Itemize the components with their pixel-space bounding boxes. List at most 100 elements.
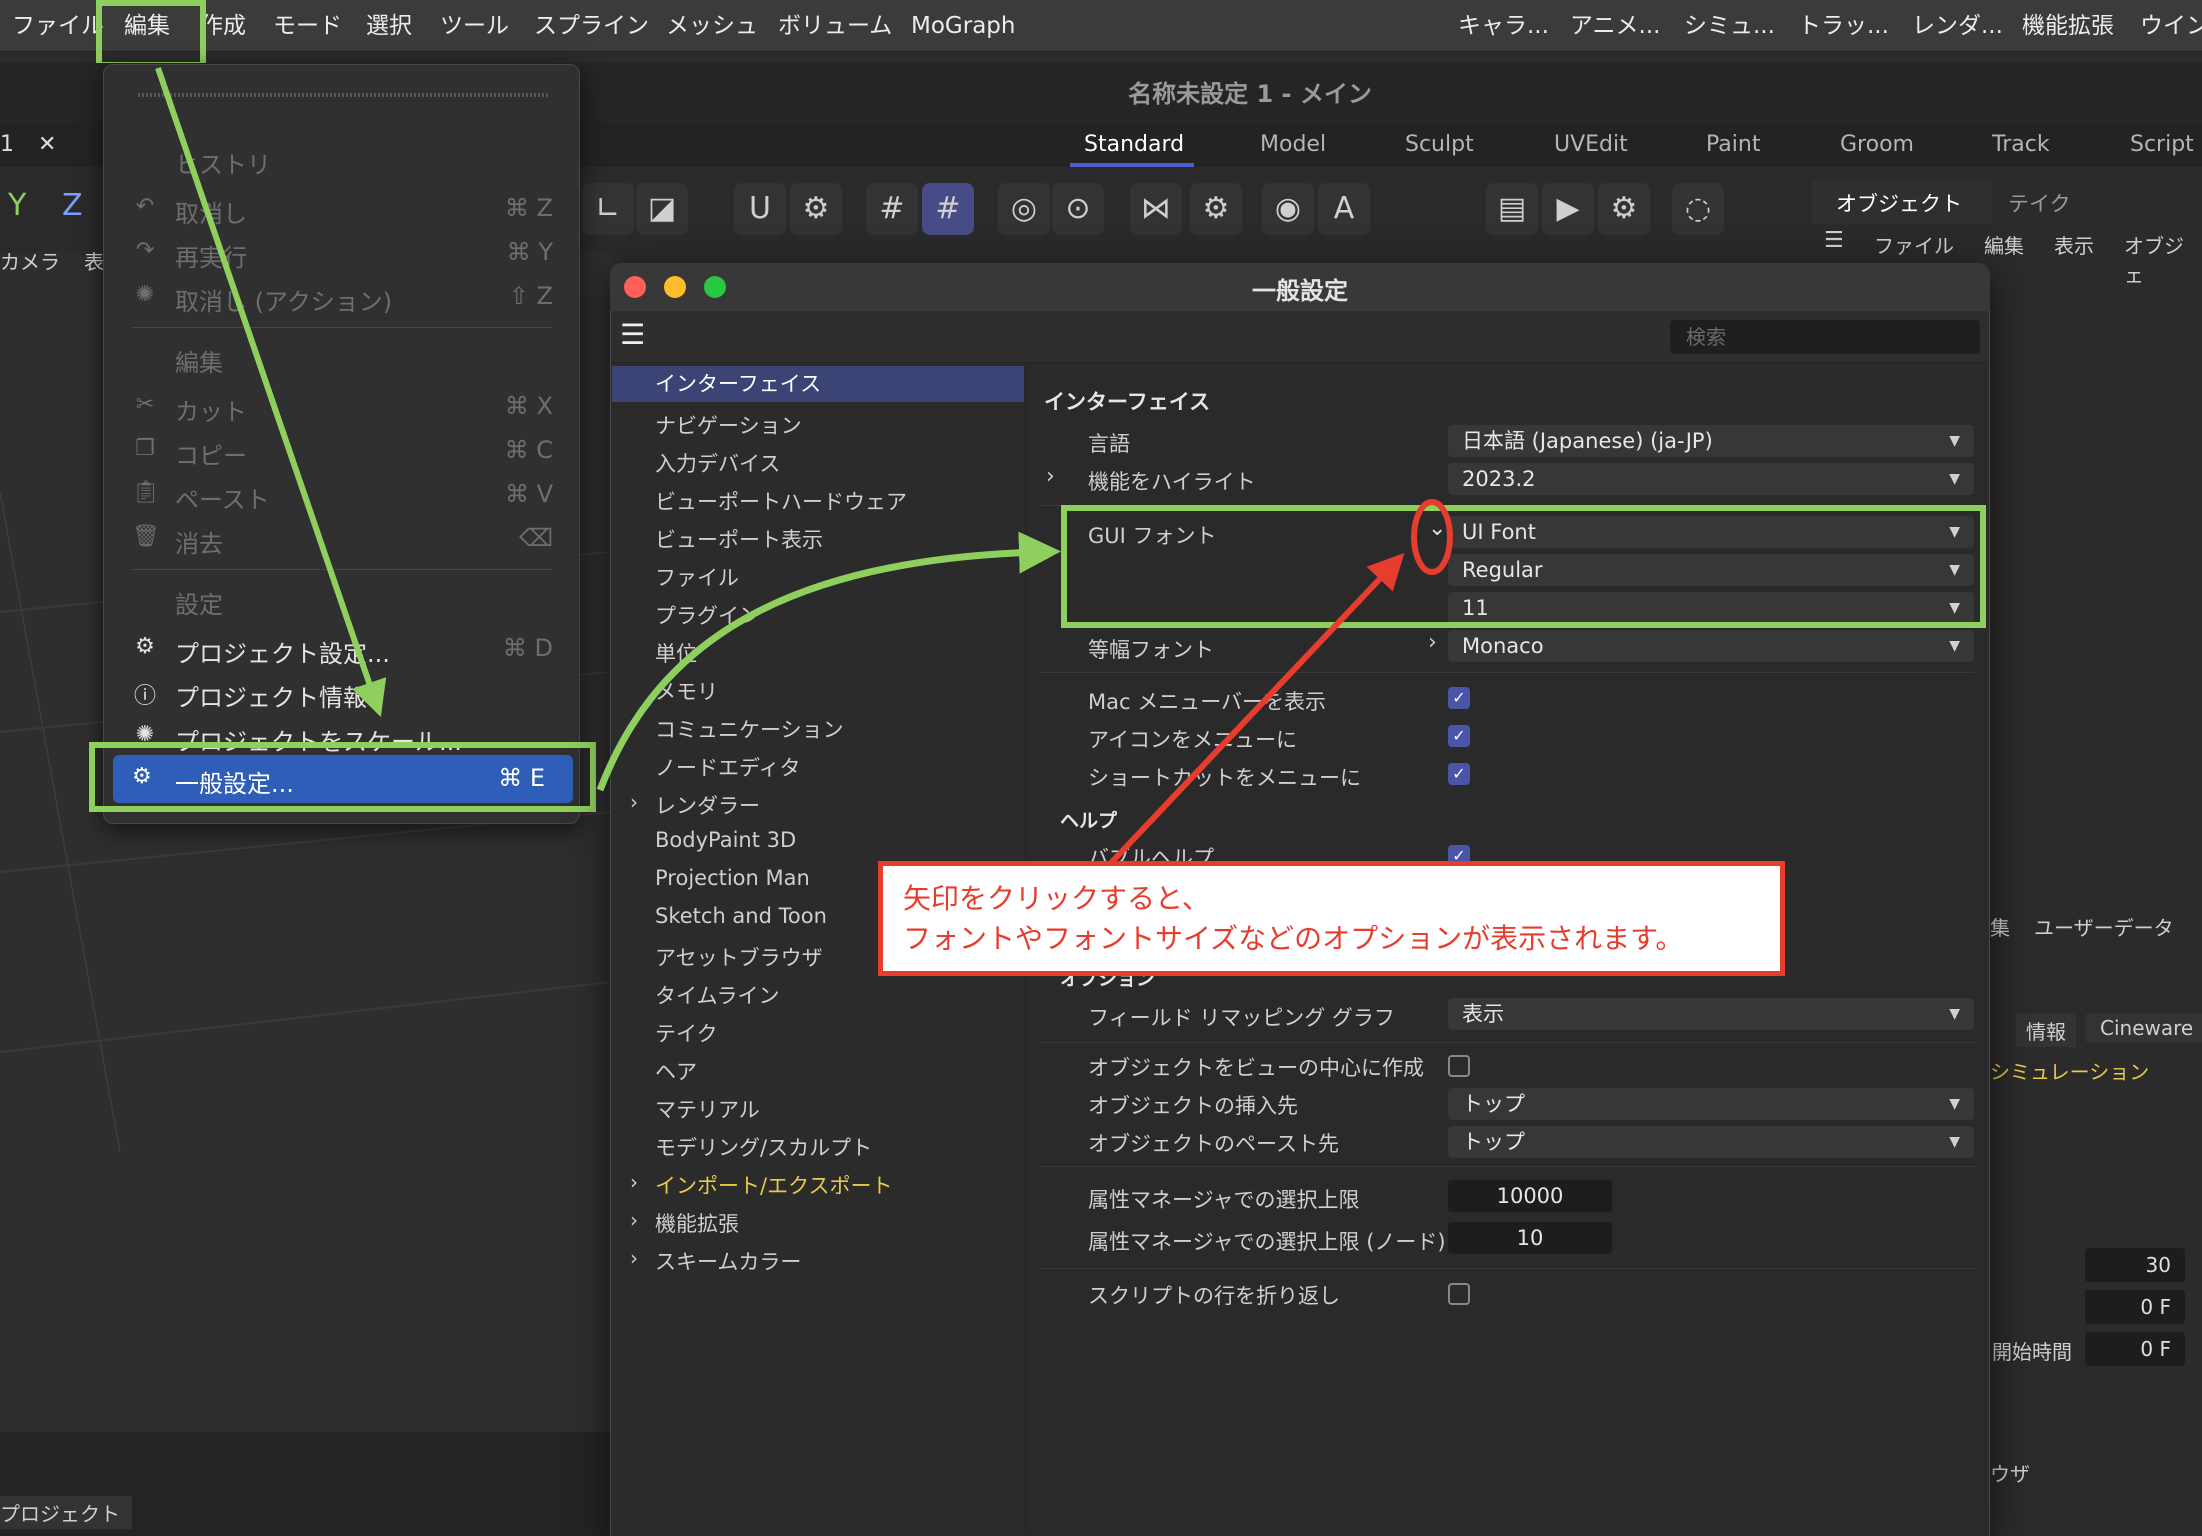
render-settings-icon[interactable]: ⚙ — [1598, 183, 1650, 235]
undo-action-item[interactable]: ✺ 取消し (アクション) ⇧ Z — [104, 274, 581, 318]
axis-z-button[interactable]: Z — [62, 188, 83, 223]
menu-mesh[interactable]: メッシュ — [666, 0, 758, 52]
visibility-eye-icon[interactable]: ◉ — [1262, 183, 1314, 235]
nav-files[interactable]: ファイル — [655, 562, 739, 592]
nav-modeling-sculpt[interactable]: モデリング/スカルプト — [655, 1132, 872, 1162]
attr-limit-field[interactable]: 10000 — [1448, 1180, 1612, 1212]
clapper-icon[interactable]: ▤ — [1486, 183, 1538, 235]
nav-timeline[interactable]: タイムライン — [655, 980, 780, 1010]
nav-interface[interactable]: インターフェイス — [612, 366, 1024, 402]
tab-sculpt[interactable]: Sculpt — [1405, 123, 1474, 167]
delete-item[interactable]: 🗑︎ 消去 ⌫ — [104, 516, 581, 560]
snap-settings-icon[interactable]: ⚙ — [790, 183, 842, 235]
chevron-right-icon[interactable]: › — [1046, 464, 1055, 489]
camera-menu[interactable]: カメラ — [0, 246, 60, 275]
tab-standard[interactable]: Standard — [1084, 123, 1184, 167]
cut-item[interactable]: ✂ カット ⌘ X — [104, 384, 581, 428]
menu-select[interactable]: 選択 — [366, 0, 412, 52]
nav-sketch-toon[interactable]: Sketch and Toon — [655, 904, 827, 928]
obj-menu-file[interactable]: ファイル — [1874, 230, 1954, 259]
redo-item[interactable]: ↷ 再実行 ⌘ Y — [104, 230, 581, 274]
nav-asset-browser[interactable]: アセットブラウザ — [655, 942, 823, 972]
tab-objects[interactable]: オブジェクト — [1836, 188, 1962, 218]
tab-paint[interactable]: Paint — [1706, 123, 1760, 167]
tab-uvedit[interactable]: UVEdit — [1554, 123, 1628, 167]
project-tab[interactable]: プロジェクト — [0, 1496, 132, 1529]
tab-cineware[interactable]: Cineware — [2086, 1014, 2202, 1042]
icons-in-menu-checkbox[interactable]: ✓ — [1448, 725, 1470, 747]
nav-viewport-display[interactable]: ビューポート表示 — [655, 524, 823, 554]
nav-viewport-hardware[interactable]: ビューポートハードウェア — [655, 486, 907, 516]
nav-projection-man[interactable]: Projection Man — [655, 866, 810, 890]
nav-communication[interactable]: コミュニケーション — [655, 714, 844, 744]
chevron-right-icon[interactable]: › — [1428, 630, 1437, 655]
paste-item[interactable]: 📋︎ ペースト ⌘ V — [104, 472, 581, 516]
field-remap-dropdown[interactable]: 表示 ▼ — [1448, 998, 1974, 1030]
snap-magnet-icon[interactable]: U — [734, 183, 786, 235]
chevron-right-icon[interactable]: › — [630, 1246, 638, 1270]
menu-simulate[interactable]: シミュ... — [1684, 0, 1775, 52]
close-window-button[interactable] — [624, 276, 646, 298]
chevron-right-icon[interactable]: › — [630, 1170, 638, 1194]
target-settings-icon[interactable]: ⊙ — [1052, 183, 1104, 235]
mono-font-dropdown[interactable]: Monaco ▼ — [1448, 630, 1974, 662]
menu-character[interactable]: キャラ... — [1458, 0, 1549, 52]
copy-item[interactable]: ❐ コピー ⌘ C — [104, 428, 581, 472]
nav-memory[interactable]: メモリ — [655, 676, 718, 706]
close-icon[interactable]: ✕ — [38, 132, 56, 157]
menu-mode[interactable]: モード — [273, 0, 342, 52]
paste-pos-dropdown[interactable]: トップ ▼ — [1448, 1126, 1974, 1158]
obj-menu-edit[interactable]: 編集 — [1984, 230, 2024, 259]
script-wrap-checkbox[interactable] — [1448, 1283, 1470, 1305]
nav-extensions[interactable]: 機能拡張 — [655, 1208, 739, 1238]
menu-tools[interactable]: ツール — [440, 0, 509, 52]
tab-model[interactable]: Model — [1260, 123, 1326, 167]
chevron-right-icon[interactable]: › — [630, 790, 638, 814]
start-time-field[interactable]: 0 F — [2085, 1332, 2185, 1366]
menu-animate[interactable]: アニメ... — [1570, 0, 1660, 52]
nav-material[interactable]: マテリアル — [655, 1094, 760, 1124]
minimize-window-button[interactable] — [664, 276, 686, 298]
create-at-center-checkbox[interactable] — [1448, 1055, 1470, 1077]
tab-takes[interactable]: テイク — [2008, 188, 2071, 218]
grid-lock-icon[interactable]: # — [922, 183, 974, 235]
attr-menu-userdata[interactable]: ユーザーデータ — [2034, 912, 2174, 941]
insert-pos-dropdown[interactable]: トップ ▼ — [1448, 1088, 1974, 1120]
project-settings-item[interactable]: ⚙ プロジェクト設定... ⌘ D — [104, 626, 581, 670]
hamburger-icon[interactable]: ☰ — [1824, 228, 1844, 253]
chevron-right-icon[interactable]: › — [630, 1208, 638, 1232]
nav-units[interactable]: 単位 — [655, 638, 697, 668]
nav-node-editor[interactable]: ノードエディタ — [655, 752, 801, 782]
tab-simulation[interactable]: シミュレーション — [1990, 1056, 2149, 1085]
attr-menu-edit[interactable]: 集 — [1990, 912, 2010, 941]
nav-navigation[interactable]: ナビゲーション — [655, 410, 802, 440]
menu-file[interactable]: ファイル — [12, 0, 104, 52]
symmetry-icon[interactable]: ⋈ — [1130, 183, 1182, 235]
highlight-dropdown[interactable]: 2023.2 ▼ — [1448, 463, 1974, 495]
project-info-item[interactable]: ⓘ プロジェクト情報 — [104, 670, 581, 714]
soft-selection-icon[interactable]: ◎ — [998, 183, 1050, 235]
nav-bodypaint[interactable]: BodyPaint 3D — [655, 828, 796, 852]
mac-menubar-checkbox[interactable]: ✓ — [1448, 687, 1470, 709]
nav-import-export[interactable]: インポート/エクスポート — [655, 1170, 892, 1200]
zoom-window-button[interactable] — [704, 276, 726, 298]
menu-tracker[interactable]: トラッ... — [1798, 0, 1889, 52]
grid-icon[interactable]: # — [866, 183, 918, 235]
symmetry-settings-icon[interactable]: ⚙ — [1190, 183, 1242, 235]
coordinate-icon[interactable]: ∟ — [582, 183, 634, 235]
view-menu[interactable]: 表 — [84, 246, 104, 275]
tab-script[interactable]: Script — [2130, 123, 2194, 167]
tab-info[interactable]: 情報 — [2016, 1014, 2076, 1047]
tab-track[interactable]: Track — [1992, 123, 2050, 167]
frame-field[interactable]: 0 F — [2085, 1290, 2185, 1324]
fps-field[interactable]: 30 — [2085, 1248, 2185, 1282]
menu-volume[interactable]: ボリューム — [778, 0, 892, 52]
menu-window[interactable]: ウイン — [2140, 0, 2202, 52]
nav-hair[interactable]: ヘア — [655, 1056, 697, 1086]
menu-create[interactable]: 作成 — [200, 0, 246, 52]
nav-plugins[interactable]: プラグイン — [655, 600, 760, 630]
search-input[interactable]: 検索 — [1670, 320, 1980, 354]
menu-tearoff[interactable] — [138, 93, 548, 97]
obj-menu-object[interactable]: オブジェ — [2124, 230, 2202, 288]
dark-square-icon[interactable]: ◪ — [636, 183, 688, 235]
